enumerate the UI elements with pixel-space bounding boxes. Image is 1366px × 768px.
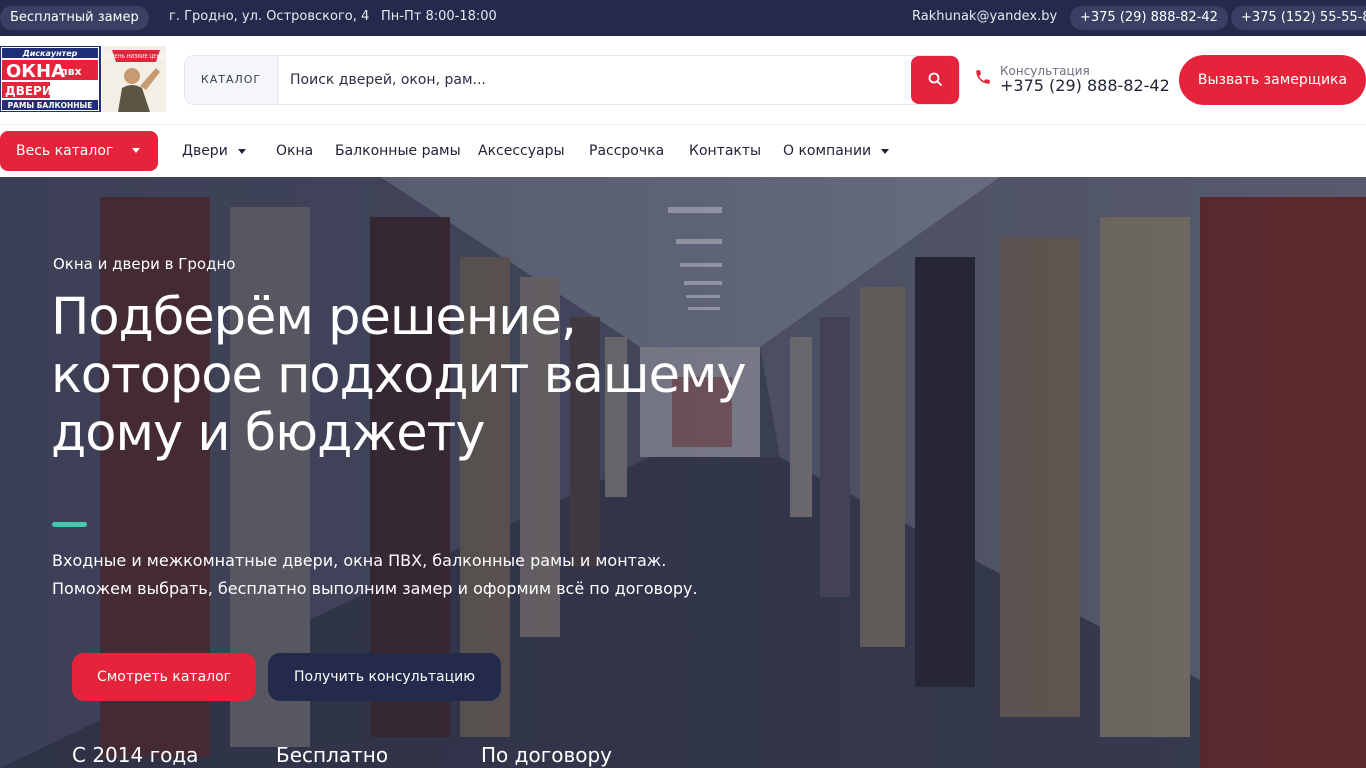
chevron-down-icon: [132, 148, 140, 153]
nav-item-contacts[interactable]: Контакты: [689, 125, 761, 177]
consultation-block[interactable]: Консультация +375 (29) 888-82-42: [972, 64, 1172, 98]
chevron-down-icon: [881, 148, 890, 154]
hero-section: Окна и двери в Гродно Подберём решение, …: [0, 177, 1366, 768]
get-consultation-button[interactable]: Получить консультацию: [268, 653, 501, 701]
hero-stat-free: Бесплатно: [276, 743, 389, 767]
consultation-phone[interactable]: +375 (29) 888-82-42: [1000, 76, 1170, 95]
nav-item-label: Окна: [276, 143, 314, 159]
phone-link-2[interactable]: +375 (152) 55-55-85: [1231, 6, 1366, 30]
nav-item-doors[interactable]: Двери: [182, 125, 246, 177]
nav-item-label: Аксессуары: [478, 143, 565, 159]
free-measure-badge[interactable]: Бесплатный замер: [0, 6, 149, 30]
hero-stat-since: С 2014 года: [72, 743, 199, 767]
hero-accent-line: [52, 522, 87, 527]
search-input[interactable]: [290, 68, 890, 92]
nav-item-about[interactable]: О компании: [783, 125, 890, 177]
nav-item-installments[interactable]: Рассрочка: [589, 125, 664, 177]
email-link[interactable]: Rakhunak@yandex.by: [912, 0, 1057, 34]
nav-item-balcony-frames[interactable]: Балконные рамы: [335, 125, 461, 177]
search-icon: [928, 71, 942, 90]
nav-item-accessories[interactable]: Аксессуары: [478, 125, 565, 177]
logo-text-discounter: Дискаунтер: [22, 49, 78, 58]
logo-text-pvc: пвх: [60, 65, 82, 78]
site-header: Дискаунтер ОКНА пвх ДВЕРИ РАМЫ БАЛКОННЫЕ…: [0, 36, 1366, 124]
catalog-dropdown[interactable]: КАТАЛОГ: [185, 56, 278, 104]
view-catalog-button[interactable]: Смотреть каталог: [72, 653, 256, 701]
hero-description: Входные и межкомнатные двери, окна ПВХ, …: [52, 551, 698, 598]
nav-item-label: О компании: [783, 143, 872, 159]
all-catalog-button[interactable]: Весь каталог: [0, 131, 158, 171]
hero-eyebrow: Окна и двери в Гродно: [53, 255, 236, 273]
nav-item-label: Контакты: [689, 143, 762, 159]
nav-item-windows[interactable]: Окна: [276, 125, 313, 177]
nav-item-label: Рассрочка: [589, 143, 665, 159]
hero-title: Подберём решение, которое подходит вашем…: [51, 288, 747, 463]
nav-item-label: Двери: [182, 143, 228, 159]
site-logo[interactable]: Дискаунтер ОКНА пвх ДВЕРИ РАМЫ БАЛКОННЫЕ…: [0, 46, 166, 112]
logo-text-windows: ОКНА: [6, 61, 65, 82]
search-bar: КАТАЛОГ: [184, 55, 960, 105]
call-measurer-button[interactable]: Вызвать замерщика: [1179, 55, 1366, 105]
logo-text-tag: ОЧЕНЬ НИЗКИЕ ЦЕНЫ: [107, 54, 164, 60]
working-hours: Пн-Пт 8:00-18:00: [381, 9, 497, 24]
nav-item-label: Балконные рамы: [335, 143, 461, 159]
logo-text-doors: ДВЕРИ: [5, 84, 52, 98]
address-text: г. Гродно, ул. Островского, 4: [169, 9, 370, 24]
phone-icon: [974, 68, 992, 90]
chevron-down-icon: [237, 148, 246, 154]
phone-link-1[interactable]: +375 (29) 888-82-42: [1070, 6, 1228, 30]
logo-text-balcony: РАМЫ БАЛКОННЫЕ: [8, 101, 93, 110]
search-button[interactable]: [911, 56, 959, 104]
top-bar: Бесплатный замер г. Гродно, ул. Островск…: [0, 0, 1366, 36]
all-catalog-label: Весь каталог: [16, 143, 114, 159]
hero-stat-contract: По договору: [481, 743, 612, 767]
logo-graphic: Дискаунтер ОКНА пвх ДВЕРИ РАМЫ БАЛКОННЫЕ…: [0, 46, 166, 112]
main-navigation: Весь каталог Двери Окна Балконные рамы А…: [0, 124, 1366, 177]
